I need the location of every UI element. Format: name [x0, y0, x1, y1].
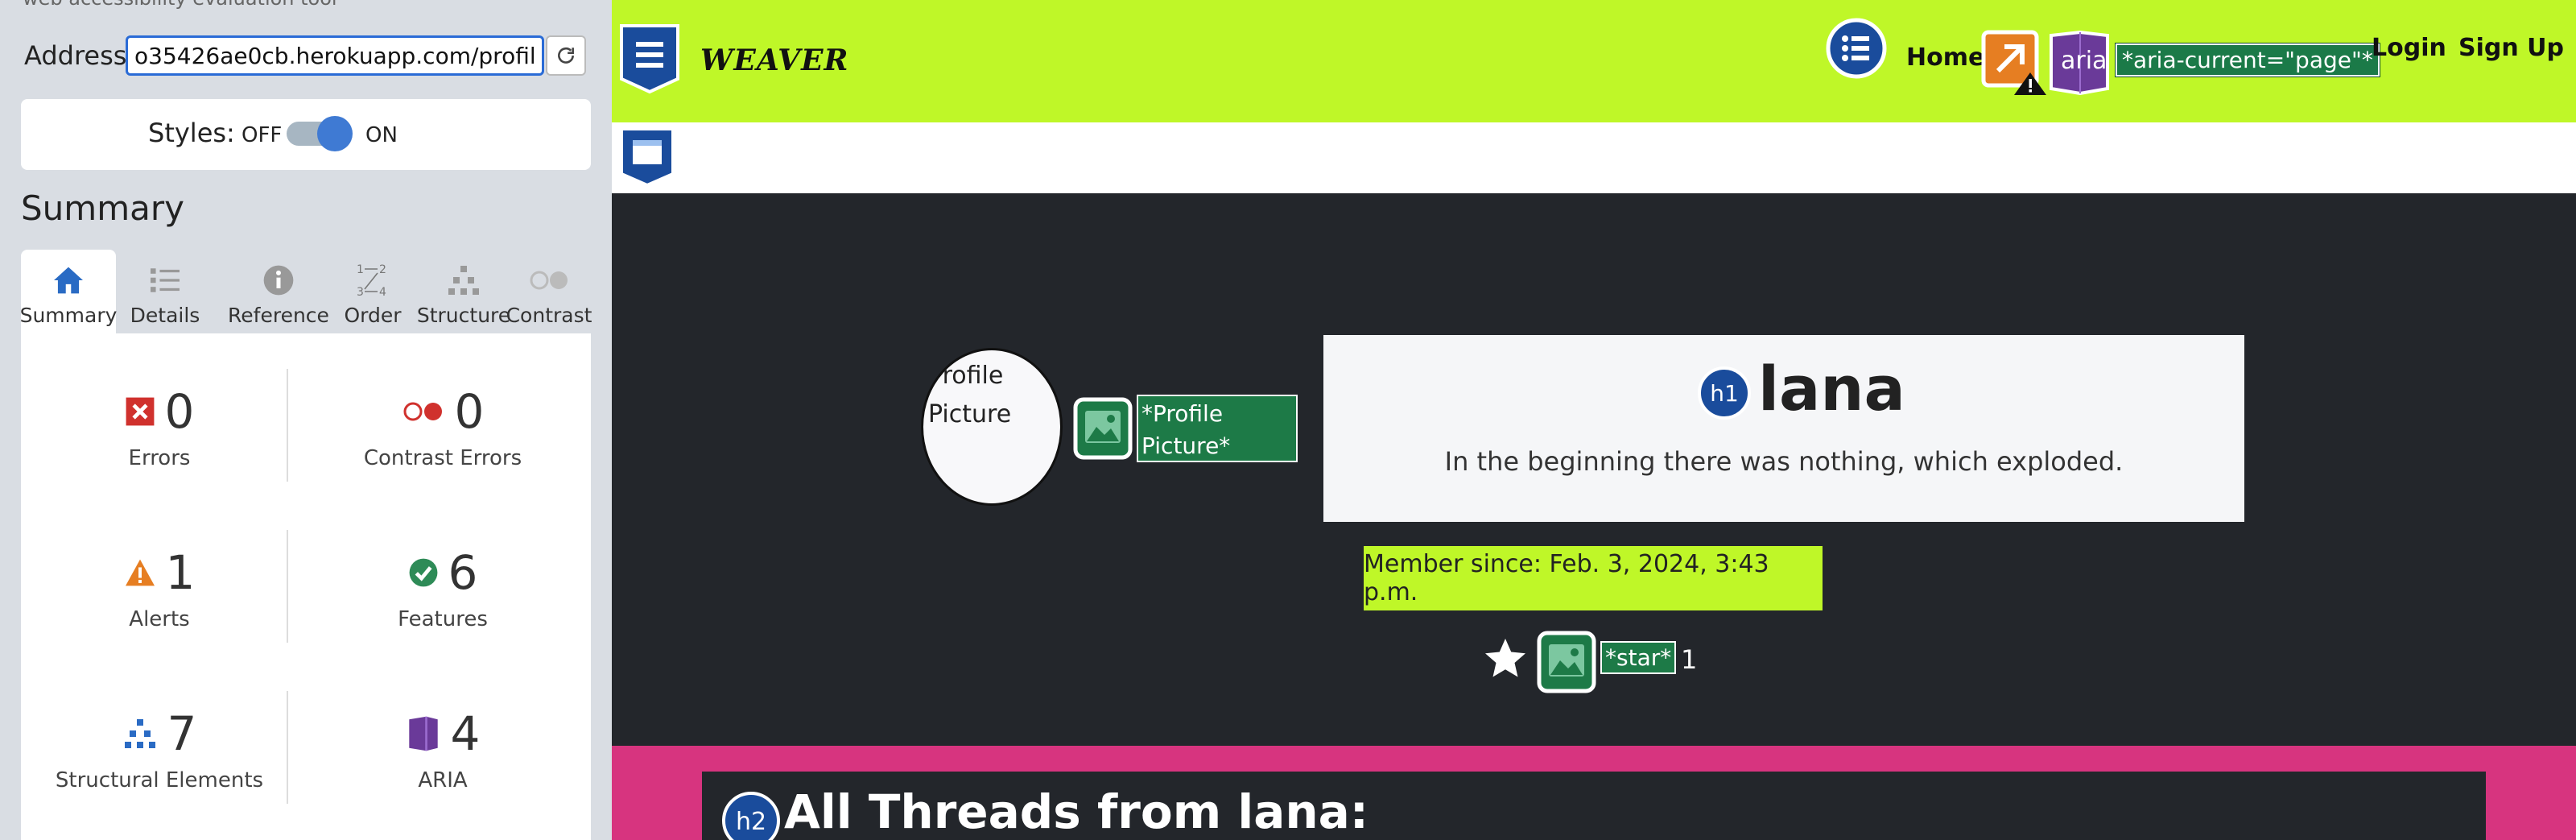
profile-avatar: Profile Picture — [921, 348, 1063, 506]
summary-panel: 0 Errors 0 Contrast Errors 1 Alerts 6 Fe… — [21, 333, 591, 840]
nav-login-link[interactable]: Login — [2372, 34, 2446, 62]
stat-aria[interactable]: 4 ARIA — [314, 706, 572, 792]
site-header: WEAVER Home aria *aria-current="page"* L… — [612, 0, 2576, 122]
aria-icon — [408, 716, 438, 751]
tab-summary[interactable]: Summary — [19, 250, 118, 333]
nav-structure-icon — [1826, 18, 1887, 79]
svg-text:4: 4 — [379, 286, 386, 299]
error-icon — [126, 397, 154, 426]
feature-check-icon — [409, 558, 437, 587]
home-icon — [52, 262, 85, 299]
profile-bio: In the beginning there was nothing, whic… — [1444, 446, 2124, 477]
threads-heading: All Threads from lana: — [784, 784, 1368, 839]
errors-count: 0 — [164, 384, 195, 439]
styles-off-label: OFF — [242, 123, 283, 147]
contrast-errors-count: 0 — [454, 384, 485, 439]
svg-text:3: 3 — [357, 286, 364, 299]
image-alt-feature-icon — [1537, 631, 1596, 693]
structural-count: 7 — [167, 706, 197, 761]
styles-toggle-box: Styles: OFF ON — [21, 99, 591, 170]
aria-count: 4 — [450, 706, 481, 761]
site-logo[interactable]: WEAVER — [700, 43, 848, 77]
stat-alerts[interactable]: 1 Alerts — [31, 544, 288, 631]
star-alt-label: *star* — [1600, 641, 1677, 674]
contrast-error-icon — [403, 402, 442, 421]
main-region-structure-icon — [620, 127, 675, 188]
tab-reference[interactable]: Reference — [211, 250, 346, 333]
address-label: Address: — [24, 40, 136, 71]
nav-signup-link[interactable]: Sign Up — [2458, 34, 2564, 62]
redundant-link-alert-icon — [1981, 30, 2046, 95]
tab-label: Order — [344, 304, 402, 327]
rendered-website: WEAVER Home aria *aria-current="page"* L… — [612, 0, 2576, 840]
alerts-count: 1 — [165, 545, 196, 600]
h1-heading-icon: h1 — [1698, 366, 1751, 420]
avatar-alt-label: *Profile Picture* — [1137, 395, 1298, 462]
stat-contrast-errors[interactable]: 0 Contrast Errors — [314, 383, 572, 470]
h2-badge-text: h2 — [736, 808, 766, 836]
wave-subtitle: web accessibility evaluation tool — [23, 0, 337, 10]
tab-label: Details — [130, 304, 200, 327]
wave-tabs: Summary Details Reference 1 2 3 4 Order Str… — [19, 250, 592, 333]
tab-structure[interactable]: Structure — [416, 250, 511, 333]
order-icon: 1 2 3 4 — [355, 262, 390, 299]
contrast-icon — [528, 262, 570, 299]
panel-title: Summary — [21, 188, 184, 228]
wave-sidebar: web accessibility evaluation tool Addres… — [0, 0, 612, 840]
errors-label: Errors — [128, 446, 191, 470]
h1-badge-text: h1 — [1710, 380, 1739, 407]
stat-structural-elements[interactable]: 7 Structural Elements — [31, 706, 288, 792]
aria-icon-text: aria — [2061, 47, 2107, 75]
structure-icon — [124, 719, 155, 748]
styles-on-label: ON — [365, 123, 398, 147]
svg-text:2: 2 — [379, 263, 386, 276]
tab-details[interactable]: Details — [121, 250, 209, 333]
profile-name: lana — [1758, 353, 1905, 424]
star-count: 1 — [1681, 644, 1698, 675]
h2-heading-icon: h2 — [722, 792, 780, 840]
tab-label: Reference — [228, 304, 329, 327]
contrast-errors-label: Contrast Errors — [363, 446, 522, 470]
structure-icon — [447, 262, 481, 299]
tab-label: Structure — [416, 304, 511, 327]
member-since-badge: Member since: Feb. 3, 2024, 3:43 p.m. — [1364, 546, 1823, 610]
profile-card: h1 lana In the beginning there was nothi… — [1323, 335, 2244, 522]
address-input[interactable] — [126, 35, 544, 76]
info-icon — [262, 262, 295, 299]
refresh-icon — [558, 47, 574, 64]
alert-icon — [125, 559, 155, 586]
features-label: Features — [398, 607, 488, 631]
site-subnav — [612, 122, 2576, 193]
refresh-button[interactable] — [546, 35, 586, 76]
structural-label: Structural Elements — [55, 768, 264, 792]
tab-label: Summary — [19, 304, 118, 327]
features-count: 6 — [448, 545, 478, 600]
svg-text:1: 1 — [357, 263, 364, 276]
avatar-alt-text: Profile Picture — [928, 362, 1012, 428]
tab-label: Contrast — [506, 304, 592, 327]
tab-contrast[interactable]: Contrast — [506, 250, 592, 333]
stat-features[interactable]: 6 Features — [314, 544, 572, 631]
styles-label: Styles: — [148, 118, 235, 148]
alerts-label: Alerts — [129, 607, 190, 631]
styles-toggle-knob[interactable] — [317, 116, 353, 151]
tab-order[interactable]: 1 2 3 4 Order — [328, 250, 417, 333]
nav-home-link[interactable]: Home — [1906, 43, 1984, 72]
header-structure-icon — [620, 24, 679, 94]
list-icon — [149, 262, 181, 299]
image-alt-feature-icon — [1073, 397, 1133, 460]
aria-current-label: *aria-current="page"* — [2115, 43, 2380, 77]
star-icon[interactable] — [1481, 635, 1530, 683]
stat-errors[interactable]: 0 Errors — [31, 383, 288, 470]
aria-label: ARIA — [418, 768, 468, 792]
